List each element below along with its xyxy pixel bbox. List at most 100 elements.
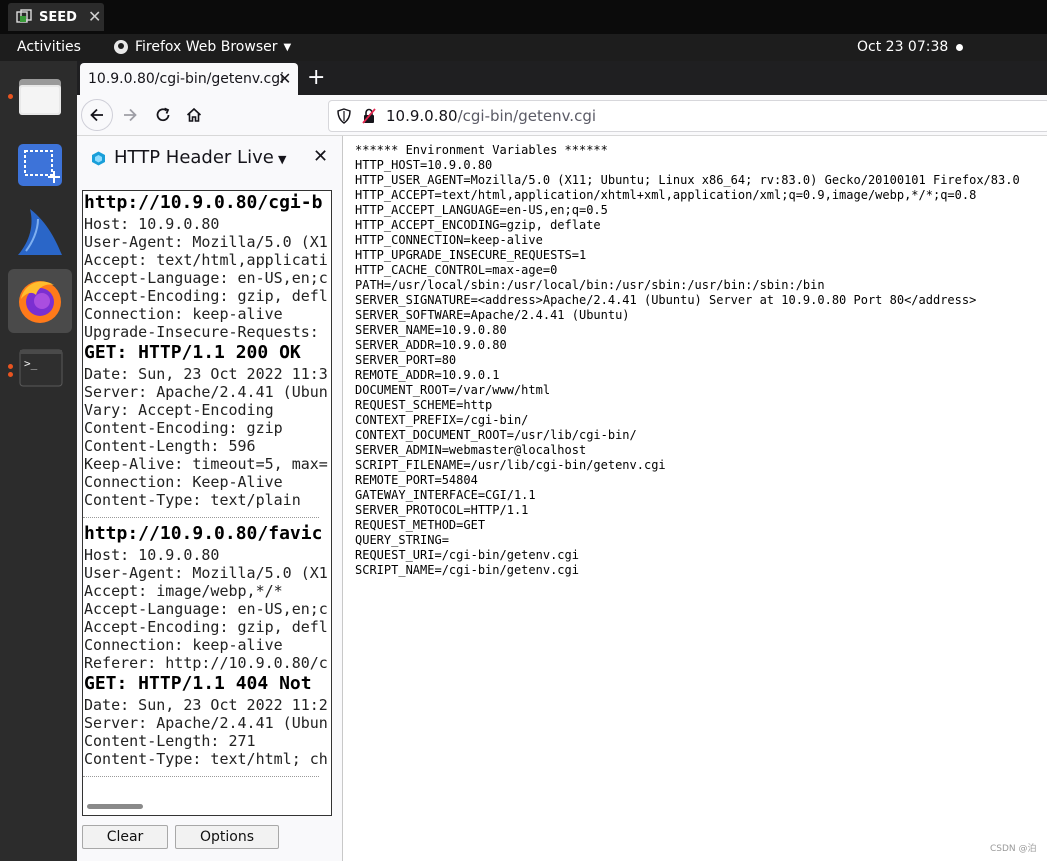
- vm-tab-strip: SEED ✕: [0, 0, 1047, 34]
- screenshot-icon: [18, 144, 62, 186]
- env-line: DOCUMENT_ROOT=/var/www/html: [355, 383, 551, 397]
- response-header-line: Content-Length: 596: [84, 437, 256, 455]
- sidebar-title[interactable]: HTTP Header Live: [114, 147, 274, 168]
- insecure-lock-icon[interactable]: [362, 108, 376, 124]
- home-button[interactable]: [178, 99, 210, 131]
- response-header-line: Content-Type: text/plain: [84, 491, 301, 509]
- clock[interactable]: Oct 23 07:38: [857, 39, 948, 55]
- forward-button[interactable]: [114, 99, 146, 131]
- reload-button[interactable]: [147, 99, 179, 131]
- request-header-line: Connection: keep-alive: [84, 305, 283, 323]
- env-line: CONTEXT_PREFIX=/cgi-bin/: [355, 413, 529, 427]
- home-icon: [186, 107, 202, 122]
- horizontal-scrollbar[interactable]: [87, 804, 143, 809]
- new-tab-button[interactable]: +: [307, 65, 325, 90]
- request-header-line: Host: 10.9.0.80: [84, 546, 220, 564]
- request-header-line: Accept-Encoding: gzip, defl: [84, 618, 328, 636]
- env-line: GATEWAY_INTERFACE=CGI/1.1: [355, 488, 536, 502]
- url-text[interactable]: 10.9.0.80/cgi-bin/getenv.cgi: [386, 107, 596, 125]
- sidebar-header: HTTP Header Live ▼ ✕: [77, 136, 342, 180]
- env-line: SERVER_SIGNATURE=<address>Apache/2.4.41 …: [355, 293, 977, 307]
- notification-dot-icon: [956, 44, 963, 51]
- page-content: ****** Environment Variables ****** HTTP_…: [343, 136, 1047, 861]
- env-line: HTTP_UPGRADE_INSECURE_REQUESTS=1: [355, 248, 587, 262]
- activities-button[interactable]: Activities: [17, 39, 81, 55]
- request-url: http://10.9.0.80/cgi-b: [84, 192, 323, 213]
- url-host: 10.9.0.80: [386, 107, 458, 125]
- request-header-line: User-Agent: Mozilla/5.0 (X1: [84, 233, 328, 251]
- response-header-line: Content-Length: 271: [84, 732, 256, 750]
- browser-tab-bar: 10.9.0.80/cgi-bin/getenv.cgi ✕ +: [77, 61, 1047, 95]
- tab-close-icon[interactable]: ✕: [278, 69, 291, 88]
- sidebar-switcher-chevron-icon[interactable]: ▼: [278, 153, 286, 166]
- response-status: GET: HTTP/1.1 200 OK: [84, 342, 301, 363]
- dock-wireshark[interactable]: [8, 201, 72, 265]
- vm-icon: [16, 9, 32, 23]
- request-header-line: Referer: http://10.9.0.80/c: [84, 654, 328, 672]
- chevron-down-icon: ▼: [283, 41, 292, 53]
- terminal-icon: >_: [19, 349, 63, 387]
- env-line: HTTP_ACCEPT=text/html,application/xhtml+…: [355, 188, 977, 202]
- response-header-line: Content-Type: text/html; ch: [84, 750, 328, 768]
- env-line: HTTP_ACCEPT_ENCODING=gzip, deflate: [355, 218, 601, 232]
- forward-arrow-icon: [124, 108, 137, 122]
- watermark: CSDN @泊: [990, 844, 1037, 854]
- env-line: REQUEST_SCHEME=http: [355, 398, 493, 412]
- request-header-line: Accept: text/html,applicati: [84, 251, 328, 269]
- options-button[interactable]: Options: [175, 825, 279, 849]
- request-header-line: Accept: image/webp,*/*: [84, 582, 283, 600]
- env-line: SCRIPT_FILENAME=/usr/lib/cgi-bin/getenv.…: [355, 458, 666, 472]
- log-entry[interactable]: http://10.9.0.80/favic Host: 10.9.0.80 Use…: [83, 522, 331, 777]
- shield-icon[interactable]: [337, 108, 351, 124]
- env-line: HTTP_USER_AGENT=Mozilla/5.0 (X11; Ubuntu…: [355, 173, 1020, 187]
- back-button[interactable]: [81, 99, 113, 131]
- vm-tab-seed[interactable]: SEED ✕: [8, 3, 104, 31]
- env-line: SERVER_ADMIN=webmaster@localhost: [355, 443, 587, 457]
- env-line: SERVER_PROTOCOL=HTTP/1.1: [355, 503, 529, 517]
- vm-tab-close-icon[interactable]: ✕: [88, 7, 101, 26]
- env-line: HTTP_HOST=10.9.0.80: [355, 158, 493, 172]
- dock-screenshot[interactable]: [8, 133, 72, 197]
- dock-files[interactable]: [8, 65, 72, 129]
- request-header-line: Host: 10.9.0.80: [84, 215, 220, 233]
- request-url: http://10.9.0.80/favic: [84, 523, 323, 544]
- app-menu-label: Firefox Web Browser: [135, 39, 278, 55]
- url-bar[interactable]: 10.9.0.80/cgi-bin/getenv.cgi: [328, 100, 1047, 132]
- env-line: HTTP_CACHE_CONTROL=max-age=0: [355, 263, 558, 277]
- extension-icon: [92, 151, 105, 166]
- request-header-line: User-Agent: Mozilla/5.0 (X1: [84, 564, 328, 582]
- env-line: HTTP_CONNECTION=keep-alive: [355, 233, 543, 247]
- wireshark-icon: [18, 209, 62, 255]
- env-line: SERVER_PORT=80: [355, 353, 457, 367]
- env-line: REMOTE_ADDR=10.9.0.1: [355, 368, 500, 382]
- clear-button[interactable]: Clear: [82, 825, 168, 849]
- dock-firefox[interactable]: [8, 269, 72, 333]
- environment-variables-text: ****** Environment Variables ****** HTTP_…: [355, 143, 1020, 578]
- sidebar-close-icon[interactable]: ✕: [313, 146, 328, 167]
- firefox-icon: [19, 281, 61, 323]
- response-header-line: Date: Sun, 23 Oct 2022 11:3: [84, 365, 328, 383]
- env-line: ****** Environment Variables ******: [355, 143, 608, 157]
- env-line: CONTEXT_DOCUMENT_ROOT=/usr/lib/cgi-bin/: [355, 428, 637, 442]
- files-icon: [19, 79, 61, 115]
- system-top-bar: Activities Firefox Web Browser ▼ Oct 23 …: [0, 34, 1047, 61]
- browser-tab-active[interactable]: 10.9.0.80/cgi-bin/getenv.cgi ✕: [80, 63, 298, 95]
- firefox-app-icon: [114, 40, 128, 54]
- header-log-list[interactable]: http://10.9.0.80/cgi-b Host: 10.9.0.80 Use…: [82, 190, 332, 816]
- request-header-line: Accept-Encoding: gzip, defl: [84, 287, 328, 305]
- request-header-line: Connection: keep-alive: [84, 636, 283, 654]
- env-line: REQUEST_METHOD=GET: [355, 518, 486, 532]
- env-line: SERVER_SOFTWARE=Apache/2.4.41 (Ubuntu): [355, 308, 630, 322]
- back-arrow-icon: [90, 108, 103, 122]
- env-line: PATH=/usr/local/sbin:/usr/local/bin:/usr…: [355, 278, 825, 292]
- request-header-line: Accept-Language: en-US,en;c: [84, 269, 328, 287]
- env-line: HTTP_ACCEPT_LANGUAGE=en-US,en;q=0.5: [355, 203, 608, 217]
- request-header-line: Upgrade-Insecure-Requests:: [84, 323, 319, 341]
- dock-terminal[interactable]: >_: [8, 337, 72, 401]
- log-entry[interactable]: http://10.9.0.80/cgi-b Host: 10.9.0.80 Use…: [83, 191, 331, 518]
- app-menu[interactable]: Firefox Web Browser ▼: [114, 39, 291, 55]
- response-header-line: Server: Apache/2.4.41 (Ubun: [84, 714, 328, 732]
- response-header-line: Server: Apache/2.4.41 (Ubun: [84, 383, 328, 401]
- navigation-toolbar: 10.9.0.80/cgi-bin/getenv.cgi: [77, 95, 1047, 136]
- response-header-line: Content-Encoding: gzip: [84, 419, 283, 437]
